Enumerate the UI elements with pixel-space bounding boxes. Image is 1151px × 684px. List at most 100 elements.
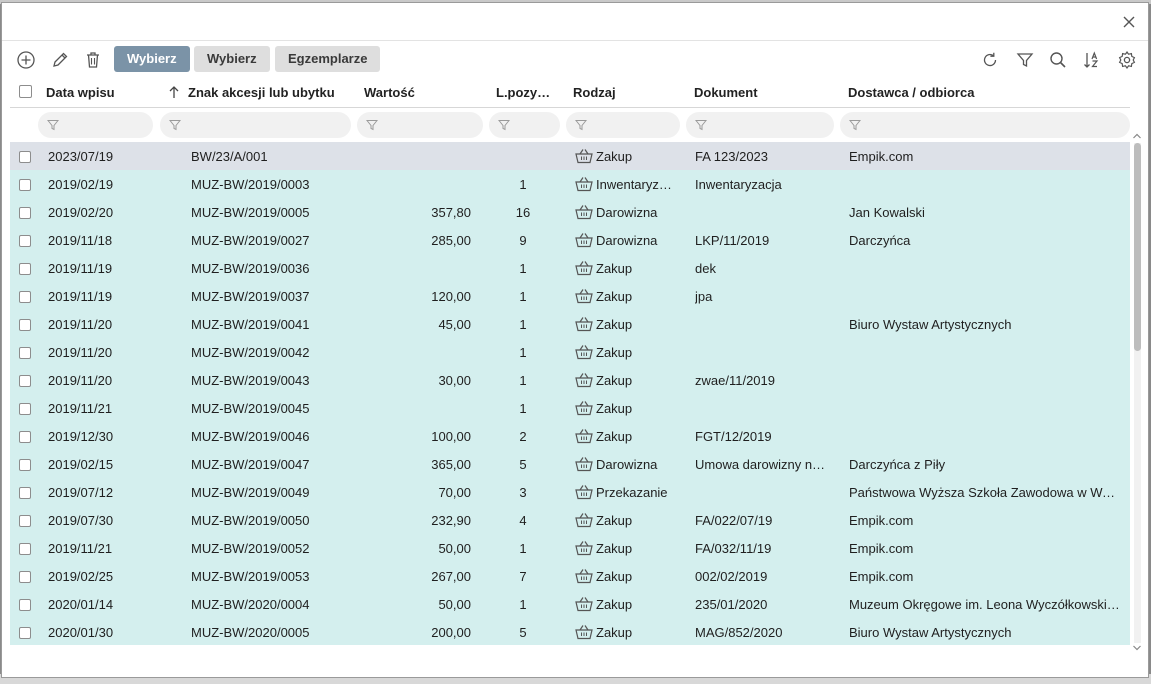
row-checkbox[interactable] <box>19 487 31 499</box>
shopping-basket-icon <box>574 596 594 615</box>
cell-date: 2019/11/18 <box>48 233 113 248</box>
close-icon[interactable] <box>1120 13 1138 31</box>
cell-supplier: Empik.com <box>849 541 914 556</box>
row-checkbox[interactable] <box>19 599 31 611</box>
cell-type: Zakup <box>596 289 633 304</box>
filter-positions[interactable] <box>489 112 560 138</box>
cell-type: Zakup <box>596 625 633 640</box>
filter-funnel-icon <box>47 120 59 131</box>
header-date[interactable]: Data wpisu <box>46 85 115 100</box>
header-supplier[interactable]: Dostawca / odbiorca <box>848 85 974 100</box>
cell-document: FA/022/07/19 <box>695 513 773 528</box>
table-row[interactable]: 2019/11/20 MUZ-BW/2019/0041 45,00 1 Zakup Biu… <box>10 310 1130 338</box>
shopping-basket-icon <box>574 344 594 363</box>
cell-sign: MUZ-BW/2019/0043 <box>191 373 310 388</box>
table-row[interactable]: 2019/11/19 MUZ-BW/2019/0037 120,00 1 Zakup jp… <box>10 282 1130 310</box>
cell-type: Zakup <box>596 569 633 584</box>
table-row[interactable]: 2019/11/20 MUZ-BW/2019/0042 1 Zakup <box>10 338 1130 366</box>
cell-value: 357,80 <box>431 205 471 220</box>
cell-date: 2020/01/14 <box>48 597 114 612</box>
header-sign[interactable]: Znak akcesji lub ubytku <box>188 85 335 100</box>
row-checkbox[interactable] <box>19 347 31 359</box>
cell-value: 365,00 <box>431 457 471 472</box>
cell-document: LKP/11/2019 <box>695 233 770 248</box>
table-row[interactable]: 2019/11/21 MUZ-BW/2019/0052 50,00 1 Zakup FA/… <box>10 534 1130 562</box>
row-checkbox[interactable] <box>19 627 31 639</box>
filter-document[interactable] <box>686 112 834 138</box>
filter-type[interactable] <box>566 112 680 138</box>
row-checkbox[interactable] <box>19 459 31 471</box>
filter-supplier[interactable] <box>840 112 1130 138</box>
table-row[interactable]: 2019/11/19 MUZ-BW/2019/0036 1 Zakup dek <box>10 254 1130 282</box>
row-checkbox[interactable] <box>19 319 31 331</box>
cell-date: 2019/02/15 <box>48 457 114 472</box>
select-button[interactable]: Wybierz <box>194 46 270 72</box>
filter-value[interactable] <box>357 112 483 138</box>
header-document[interactable]: Dokument <box>694 85 758 100</box>
table-row[interactable]: 2019/02/19 MUZ-BW/2019/0003 1 Inwentaryz… In… <box>10 170 1130 198</box>
table-row[interactable]: 2019/02/25 MUZ-BW/2019/0053 267,00 7 Zakup 00… <box>10 562 1130 590</box>
table-row[interactable]: 2019/11/21 MUZ-BW/2019/0045 1 Zakup <box>10 394 1130 422</box>
row-checkbox[interactable] <box>19 179 31 191</box>
add-icon[interactable] <box>15 49 37 71</box>
filter-funnel-icon <box>849 120 861 131</box>
row-checkbox[interactable] <box>19 375 31 387</box>
table-row[interactable]: 2019/02/15 MUZ-BW/2019/0047 365,00 5 Darowiz… <box>10 450 1130 478</box>
row-checkbox[interactable] <box>19 291 31 303</box>
scrollbar-thumb[interactable] <box>1134 143 1141 351</box>
row-checkbox[interactable] <box>19 207 31 219</box>
cell-positions: 4 <box>519 513 527 528</box>
cell-positions: 1 <box>519 177 527 192</box>
row-checkbox[interactable] <box>19 403 31 415</box>
filter-sign[interactable] <box>160 112 351 138</box>
shopping-basket-icon <box>574 288 594 307</box>
shopping-basket-icon <box>574 624 594 643</box>
filter-date[interactable] <box>38 112 153 138</box>
header-positions[interactable]: L.pozy… <box>496 85 550 100</box>
cell-value: 30,00 <box>438 373 471 388</box>
table-row[interactable]: 2019/02/20 MUZ-BW/2019/0005 357,80 16 Darowi… <box>10 198 1130 226</box>
table-row[interactable]: 2020/01/14 MUZ-BW/2020/0004 50,00 1 Zakup 235… <box>10 590 1130 618</box>
table-row[interactable]: 2020/01/30 MUZ-BW/2020/0005 200,00 5 Zakup MA… <box>10 618 1130 645</box>
table-row[interactable]: 2023/07/19 BW/23/A/001 Zakup FA 123/2023 Emp… <box>10 142 1130 170</box>
row-checkbox[interactable] <box>19 543 31 555</box>
row-checkbox[interactable] <box>19 571 31 583</box>
table-row[interactable]: 2019/11/20 MUZ-BW/2019/0043 30,00 1 Zakup zwa… <box>10 366 1130 394</box>
cell-date: 2019/02/25 <box>48 569 114 584</box>
row-checkbox[interactable] <box>19 431 31 443</box>
row-checkbox[interactable] <box>19 235 31 247</box>
cell-sign: MUZ-BW/2019/0003 <box>191 177 310 192</box>
delete-icon[interactable] <box>82 49 104 71</box>
cell-supplier: Biuro Wystaw Artystycznych <box>849 625 1012 640</box>
row-checkbox[interactable] <box>19 151 31 163</box>
select-all-checkbox[interactable] <box>19 85 32 98</box>
select-button-primary[interactable]: Wybierz <box>114 46 190 72</box>
filter-funnel-icon <box>169 120 181 131</box>
scroll-down-arrow-icon <box>1133 645 1141 651</box>
cell-value: 100,00 <box>431 429 471 444</box>
search-icon[interactable] <box>1047 49 1069 71</box>
settings-gear-icon[interactable] <box>1116 49 1138 71</box>
cell-positions: 9 <box>519 233 527 248</box>
cell-value: 232,90 <box>431 513 471 528</box>
sort-ascending-icon[interactable] <box>168 85 180 102</box>
header-value[interactable]: Wartość <box>364 85 415 100</box>
shopping-basket-icon <box>574 428 594 447</box>
filter-icon[interactable] <box>1014 49 1036 71</box>
row-checkbox[interactable] <box>19 263 31 275</box>
cell-positions: 1 <box>519 289 527 304</box>
table-row[interactable]: 2019/11/18 MUZ-BW/2019/0027 285,00 9 Darowiz… <box>10 226 1130 254</box>
header-type[interactable]: Rodzaj <box>573 85 616 100</box>
copies-button[interactable]: Egzemplarze <box>275 46 381 72</box>
table-row[interactable]: 2019/07/12 MUZ-BW/2019/0049 70,00 3 Przekaza… <box>10 478 1130 506</box>
shopping-basket-icon <box>574 512 594 531</box>
table-row[interactable]: 2019/07/30 MUZ-BW/2019/0050 232,90 4 Zakup FA… <box>10 506 1130 534</box>
cell-supplier: Darczyńca <box>849 233 911 248</box>
row-checkbox[interactable] <box>19 515 31 527</box>
cell-positions: 1 <box>519 317 527 332</box>
edit-icon[interactable] <box>49 49 71 71</box>
sort-icon[interactable] <box>1081 49 1103 71</box>
refresh-icon[interactable] <box>979 49 1001 71</box>
vertical-scrollbar[interactable] <box>1132 131 1142 653</box>
table-row[interactable]: 2019/12/30 MUZ-BW/2019/0046 100,00 2 Zakup FG… <box>10 422 1130 450</box>
